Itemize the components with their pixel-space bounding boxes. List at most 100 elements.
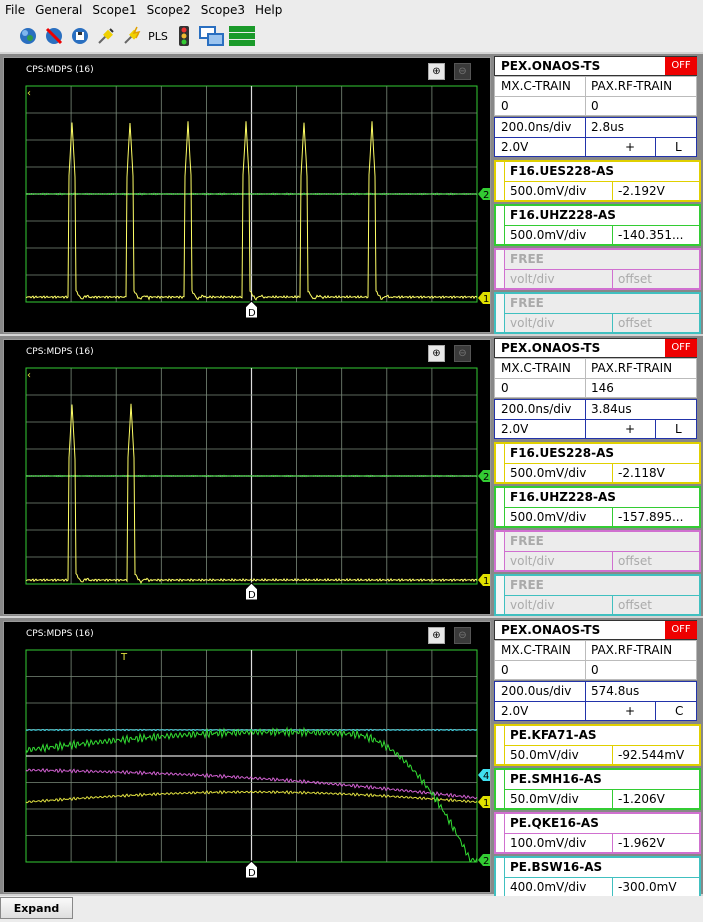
train-left-value: 0	[501, 99, 509, 113]
pls-label: PLS	[148, 29, 168, 43]
scope-panel-3: T D 4 1 2 CPS:MDPS (16) ⊕ ⊖ PEX.ONAOS-TS OFF MX.C-…	[0, 618, 703, 898]
channel-color-strip	[496, 444, 505, 482]
channel-box-4[interactable]: FREE volt/div offset	[494, 574, 701, 616]
trigger-slope: +	[625, 140, 636, 154]
off-badge[interactable]: OFF	[665, 621, 697, 639]
cursor-mark: ‹	[27, 88, 31, 99]
channel-hdivider	[505, 313, 699, 314]
zoom-out-icon[interactable]: ⊖	[454, 63, 471, 80]
save-icon[interactable]	[68, 24, 92, 48]
channel-vdivider	[612, 313, 613, 332]
channel-box-4[interactable]: PE.BSW16-AS 400.0mV/div -300.0mV	[494, 856, 701, 898]
channel-box-3[interactable]: FREE volt/div offset	[494, 530, 701, 572]
channel-box-4[interactable]: FREE volt/div offset	[494, 292, 701, 334]
tb-hdivider	[495, 137, 696, 138]
zoom-out-icon[interactable]: ⊖	[454, 345, 471, 362]
plot-title: CPS:MDPS (16)	[26, 65, 94, 75]
channel-color-strip	[496, 250, 505, 288]
channel-scale: 500.0mV/div	[510, 228, 587, 242]
trigger-source-box[interactable]: PEX.ONAOS-TS OFF	[494, 620, 697, 640]
plug-spark-icon[interactable]	[120, 24, 144, 48]
expand-button[interactable]: Expand	[0, 897, 73, 919]
plot-area[interactable]: ‹ D 2 1 CPS:MDPS (16) ⊕ ⊖	[3, 339, 491, 615]
trigger-source-box[interactable]: PEX.ONAOS-TS OFF	[494, 338, 697, 358]
channel-offset: -157.895...	[618, 510, 684, 524]
plot-area[interactable]: T D 4 1 2 CPS:MDPS (16) ⊕ ⊖	[3, 621, 491, 893]
cursor-mark: ‹	[27, 370, 31, 381]
channel-marker-label: 1	[483, 576, 489, 587]
delay-marker-label: D	[248, 590, 256, 601]
channel-hdivider	[505, 833, 699, 834]
pls-icon[interactable]: PLS	[146, 24, 170, 48]
channel-box-2[interactable]: F16.UHZ228-AS 500.0mV/div -140.351...	[494, 204, 701, 246]
channel-hdivider	[505, 269, 699, 270]
channel-marker-2	[478, 188, 490, 200]
zoom-in-icon[interactable]: ⊕	[428, 63, 445, 80]
windows-icon[interactable]	[198, 24, 226, 48]
channel-box-1[interactable]: F16.UES228-AS 500.0mV/div -2.118V	[494, 442, 701, 484]
train-left-label: MX.C-TRAIN	[501, 361, 571, 375]
channel-vdivider	[612, 745, 613, 764]
channel-scale: 50.0mV/div	[510, 748, 579, 762]
scope-settings: PEX.ONAOS-TS OFF MX.C-TRAIN PAX.RF-TRAIN 0 14…	[494, 338, 701, 616]
train-box[interactable]: MX.C-TRAIN PAX.RF-TRAIN 0 0	[494, 640, 697, 680]
plug-icon[interactable]	[94, 24, 118, 48]
trigger-coupling: L	[675, 422, 682, 436]
delay-marker	[245, 300, 258, 319]
channel-name: PE.BSW16-AS	[510, 860, 603, 874]
channel-box-1[interactable]: PE.KFA71-AS 50.0mV/div -92.544mV	[494, 724, 701, 766]
train-box[interactable]: MX.C-TRAIN PAX.RF-TRAIN 0 0	[494, 76, 697, 116]
scope-panel-1: ‹ D 2 1 CPS:MDPS (16) ⊕ ⊖ PEX.ONAOS-TS OFF MX.C-T…	[0, 54, 703, 334]
channel-box-1[interactable]: F16.UES228-AS 500.0mV/div -2.192V	[494, 160, 701, 202]
channel-name: PE.QKE16-AS	[510, 816, 599, 830]
timebase-div: 200.0ns/div	[501, 120, 572, 134]
trigger-source-box[interactable]: PEX.ONAOS-TS OFF	[494, 56, 697, 76]
channel-color-strip	[496, 814, 505, 852]
channel-scale: volt/div	[510, 554, 555, 568]
layout-bars-icon[interactable]	[228, 24, 256, 48]
channel-offset: offset	[618, 316, 652, 330]
menu-general[interactable]: General	[30, 3, 87, 17]
zoom-in-icon[interactable]: ⊕	[428, 627, 445, 644]
channel-box-2[interactable]: PE.SMH16-AS 50.0mV/div -1.206V	[494, 768, 701, 810]
no-connection-icon[interactable]	[42, 24, 66, 48]
menu-help[interactable]: Help	[250, 3, 287, 17]
delay-marker	[245, 860, 258, 879]
channel-offset: -92.544mV	[618, 748, 685, 762]
timebase-box[interactable]: 200.0ns/div 3.84us 2.0V + L	[494, 399, 697, 439]
timebase-box[interactable]: 200.0us/div 574.8us 2.0V + C	[494, 681, 697, 721]
channel-box-2[interactable]: F16.UHZ228-AS 500.0mV/div -157.895...	[494, 486, 701, 528]
channel-hdivider	[505, 181, 699, 182]
scope-panel-2: ‹ D 2 1 CPS:MDPS (16) ⊕ ⊖ PEX.ONAOS-TS OFF MX.C-T…	[0, 336, 703, 616]
globe-icon[interactable]	[16, 24, 40, 48]
timebase-box[interactable]: 200.0ns/div 2.8us 2.0V + L	[494, 117, 697, 157]
channel-marker-label: 1	[483, 294, 489, 305]
off-badge[interactable]: OFF	[665, 57, 697, 75]
waveform-canvas: ‹ D 2 1	[25, 85, 490, 319]
menu-scope1[interactable]: Scope1	[87, 3, 141, 17]
channel-marker-label: 4	[483, 771, 489, 782]
trigger-level: 2.0V	[501, 140, 529, 154]
menu-scope3[interactable]: Scope3	[196, 3, 250, 17]
channel-scale: 100.0mV/div	[510, 836, 587, 850]
channel-box-3[interactable]: FREE volt/div offset	[494, 248, 701, 290]
menu-scope2[interactable]: Scope2	[142, 3, 196, 17]
timebase-delay: 3.84us	[591, 402, 632, 416]
tb-hdivider	[495, 419, 696, 420]
train-box[interactable]: MX.C-TRAIN PAX.RF-TRAIN 0 146	[494, 358, 697, 398]
zoom-out-icon[interactable]: ⊖	[454, 627, 471, 644]
grid-frame	[25, 649, 478, 863]
plot-area[interactable]: ‹ D 2 1 CPS:MDPS (16) ⊕ ⊖	[3, 57, 491, 333]
traffic-light-icon[interactable]	[172, 24, 196, 48]
channel-scale: 500.0mV/div	[510, 184, 587, 198]
trace-ch1	[25, 403, 478, 585]
off-badge[interactable]: OFF	[665, 339, 697, 357]
menu-file[interactable]: File	[0, 3, 30, 17]
grid-frame	[25, 367, 478, 585]
channel-offset: offset	[618, 272, 652, 286]
channel-scale: 500.0mV/div	[510, 466, 587, 480]
tb-divider2	[655, 701, 656, 720]
train-right-label: PAX.RF-TRAIN	[591, 643, 673, 657]
zoom-in-icon[interactable]: ⊕	[428, 345, 445, 362]
channel-box-3[interactable]: PE.QKE16-AS 100.0mV/div -1.962V	[494, 812, 701, 854]
